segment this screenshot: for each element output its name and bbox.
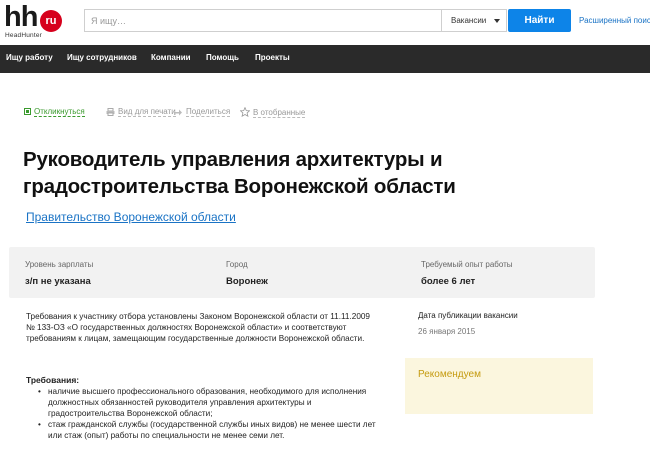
site-header: hh ru HeadHunter Вакансии Найти Расширен… — [0, 0, 650, 45]
salary-label: Уровень зарплаты — [25, 260, 94, 269]
search-button[interactable]: Найти — [508, 9, 571, 32]
vacancy-title: Руководитель управления архитектуры и гр… — [23, 148, 456, 198]
experience-info: Требуемый опыт работы более 6 лет — [421, 260, 513, 287]
nav-item-help[interactable]: Помощь — [206, 53, 239, 62]
vacancy-description: Требования к участнику отбора установлен… — [26, 312, 370, 343]
search-box — [84, 9, 442, 32]
printer-icon — [106, 107, 115, 116]
chevron-down-icon — [494, 19, 500, 23]
add-to-favorites-button[interactable]: В отобранные — [240, 107, 306, 118]
list-item: стаж гражданской службы (государственной… — [38, 419, 388, 441]
company-link[interactable]: Правительство Воронежской области — [26, 210, 236, 224]
logo-subtitle: HeadHunter — [5, 32, 43, 39]
experience-value: более 6 лет — [421, 276, 476, 287]
salary-info: Уровень зарплаты з/п не указана — [25, 260, 93, 287]
respond-label: Откликнуться — [34, 107, 85, 118]
nav-item-companies[interactable]: Компании — [151, 53, 191, 62]
respond-icon — [24, 108, 31, 116]
requirements-list: наличие высшего профессионального образо… — [38, 386, 388, 441]
city-info: Город Воронеж — [226, 260, 268, 287]
print-view-button[interactable]: Вид для печати — [106, 107, 176, 118]
nav-item-job-search[interactable]: Ищу работу — [6, 53, 53, 62]
headhunter-logo[interactable]: hh ru HeadHunter — [4, 1, 62, 42]
logo-text: hh — [4, 1, 38, 33]
city-label: Город — [226, 260, 248, 269]
requirements-title: Требования: — [26, 375, 80, 385]
main-nav: Ищу работу Ищу сотрудников Компании Помо… — [0, 45, 650, 73]
advanced-search-link[interactable]: Расширенный поиск — [579, 16, 650, 25]
salary-value: з/п не указана — [25, 276, 91, 287]
print-view-label: Вид для печати — [118, 107, 176, 118]
recommend-panel: Рекомендуем — [405, 358, 593, 414]
search-scope-label: Вакансии — [451, 16, 487, 25]
nav-item-projects[interactable]: Проекты — [255, 53, 290, 62]
share-button[interactable]: Поделиться — [173, 107, 231, 118]
vacancy-info-panel: Уровень зарплаты з/п не указана Город Во… — [9, 247, 595, 298]
publication-date-label: Дата публикации вакансии — [418, 311, 518, 320]
search-scope-select[interactable]: Вакансии — [441, 9, 507, 32]
respond-button[interactable]: Откликнуться — [24, 107, 85, 118]
share-icon — [174, 109, 182, 116]
star-icon — [240, 107, 250, 117]
favorites-label: В отобранные — [253, 107, 306, 118]
logo-badge: ru — [40, 10, 62, 32]
publication-date: 26 января 2015 — [418, 327, 476, 336]
city-value: Воронеж — [226, 276, 268, 287]
experience-label: Требуемый опыт работы — [421, 260, 513, 269]
list-item: наличие высшего профессионального образо… — [38, 386, 388, 419]
recommend-title: Рекомендуем — [418, 369, 481, 380]
nav-item-employee-search[interactable]: Ищу сотрудников — [67, 53, 137, 62]
search-input[interactable] — [85, 10, 442, 31]
share-label: Поделиться — [186, 107, 231, 118]
